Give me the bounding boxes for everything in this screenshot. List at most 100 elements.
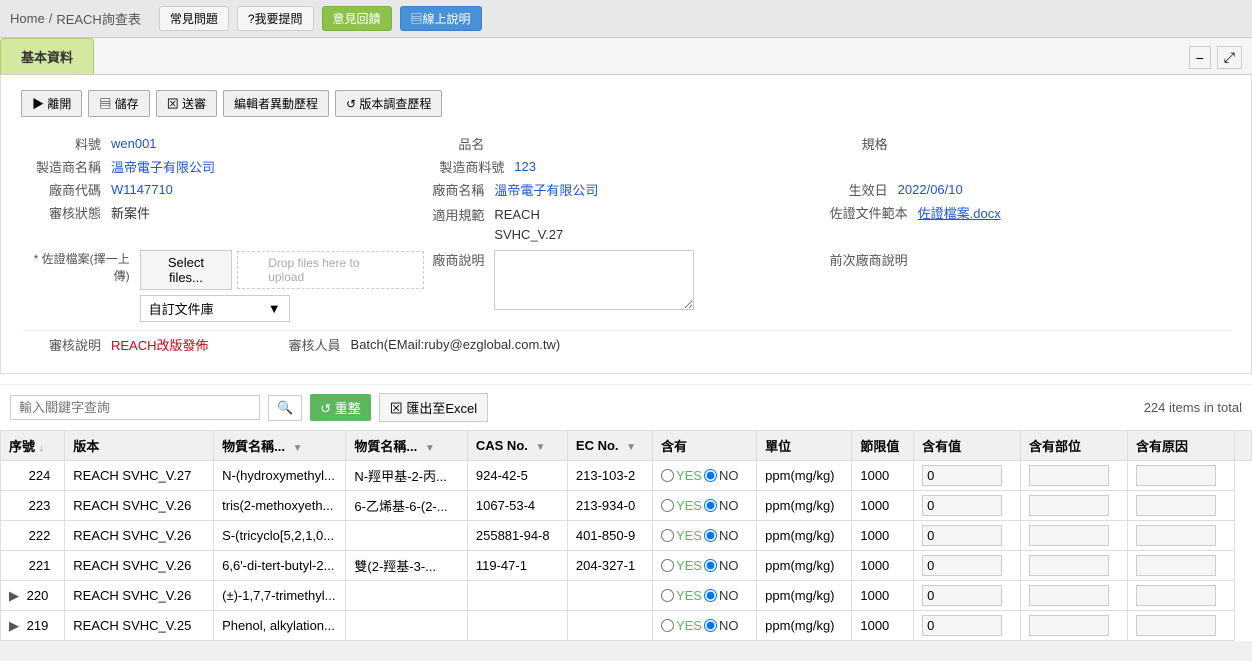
seq-sort-icon[interactable]: ↓ (39, 443, 44, 454)
custom-lib-row: 自訂文件庫 ▼ (140, 295, 425, 322)
expand-icon[interactable]: ▶ (9, 588, 19, 603)
part-input[interactable] (1029, 525, 1109, 546)
amount-input[interactable] (922, 465, 1002, 486)
no-radio[interactable] (704, 589, 717, 602)
no-radio[interactable] (704, 469, 717, 482)
substance-zh-filter-icon[interactable]: ▼ (425, 443, 435, 454)
適用規範-label: 適用規範 (424, 205, 494, 224)
substance-en-filter-icon[interactable]: ▼ (293, 443, 303, 454)
佐證文件-link[interactable]: 佐證檔案.docx (918, 203, 1001, 222)
part-input[interactable] (1029, 495, 1109, 516)
cell-version: REACH SVHC_V.26 (65, 551, 214, 581)
cell-unit: ppm(mg/kg) (757, 521, 852, 551)
part-input[interactable] (1029, 585, 1109, 606)
toolbar: ▶ 離開 ▤ 儲存 ⊠ 送審 編輯者異動歷程 ↺ 版本調查歷程 (21, 90, 1231, 117)
reason-input[interactable] (1136, 555, 1216, 576)
cell-substance-en: S-(tricyclo[5,2,1,0... (214, 521, 346, 551)
version-history-button[interactable]: ↺ 版本調查歷程 (335, 90, 442, 117)
basic-info-tab[interactable]: 基本資料 (0, 38, 94, 74)
yes-radio[interactable] (661, 499, 674, 512)
drop-zone[interactable]: Drop files here to upload (237, 251, 424, 289)
custom-library-dropdown[interactable]: 自訂文件庫 ▼ (140, 295, 290, 322)
leave-button[interactable]: ▶ 離開 (21, 90, 82, 117)
cell-ec: 213-934-0 (567, 491, 652, 521)
col-header-substance-en: 物質名稱... ▼ (214, 431, 346, 461)
table-row: 223 REACH SVHC_V.26 tris(2-methoxyeth...… (1, 491, 1252, 521)
cell-seq: 224 (1, 461, 65, 491)
廠商說明-textarea[interactable] (494, 250, 694, 310)
amount-input[interactable] (922, 525, 1002, 546)
breadcrumb: Home / REACH詢查表 (10, 9, 141, 28)
yes-radio[interactable] (661, 589, 674, 602)
cell-ec (567, 581, 652, 611)
yes-radio[interactable] (661, 469, 674, 482)
faq-button[interactable]: 常見問題 (159, 6, 229, 31)
amount-input[interactable] (922, 555, 1002, 576)
cell-version: REACH SVHC_V.25 (65, 611, 214, 641)
col-ec-label: EC No. (576, 438, 619, 453)
col-cas-label: CAS No. (476, 438, 528, 453)
submit-button[interactable]: ⊠ 送審 (156, 90, 217, 117)
cell-cas: 119-47-1 (467, 551, 567, 581)
select-files-button[interactable]: Select files... (140, 250, 233, 290)
yes-radio[interactable] (661, 529, 674, 542)
no-radio[interactable] (704, 499, 717, 512)
廠商說明-label: 廠商說明 (424, 250, 494, 269)
reset-button[interactable]: ↺ 重整 (310, 394, 371, 421)
cell-part (1021, 581, 1128, 611)
reason-input[interactable] (1136, 615, 1216, 636)
no-radio[interactable] (704, 559, 717, 572)
col-substance-zh-label: 物質名稱... (354, 439, 417, 454)
form-row-2: 製造商名稱 溫帝電子有限公司 製造商料號 123 (21, 155, 1231, 178)
edit-history-button[interactable]: 編輯者異動歷程 (223, 90, 329, 117)
feedback-button[interactable]: 意見回饋 (322, 6, 392, 31)
cell-limit: 1000 (852, 611, 914, 641)
amount-input[interactable] (922, 615, 1002, 636)
search-icon-button[interactable]: 🔍 (268, 395, 302, 421)
export-excel-button[interactable]: ⊠ 匯出至Excel (379, 393, 488, 422)
yes-label: YES (676, 618, 702, 633)
home-link[interactable]: Home (10, 11, 45, 26)
審核人員-label: 審核人員 (209, 335, 351, 354)
製造商料號-value: 123 (514, 159, 536, 174)
no-label: NO (719, 588, 739, 603)
reason-input[interactable] (1136, 465, 1216, 486)
前次廠商說明-label: 前次廠商說明 (828, 250, 918, 269)
cell-part (1021, 461, 1128, 491)
col-header-contains: 含有 (652, 431, 756, 461)
part-input[interactable] (1029, 465, 1109, 486)
expand-icon[interactable]: ▶ (9, 618, 19, 633)
question-button[interactable]: ?我要提問 (237, 6, 314, 31)
breadcrumb-separator: / (49, 11, 53, 26)
field-佐證文件: 佐證文件範本 佐證檔案.docx (828, 203, 1231, 222)
form-row-1: 料號 wen001 品名 規格 (21, 132, 1231, 155)
cell-substance-zh: 6-乙烯基-6-(2-... (346, 491, 467, 521)
no-radio[interactable] (704, 619, 717, 632)
reason-input[interactable] (1136, 585, 1216, 606)
part-input[interactable] (1029, 615, 1109, 636)
col-header-reason: 含有原因 (1127, 431, 1234, 461)
review-row: 審核說明 REACH改版發佈 審核人員 Batch(EMail:ruby@ezg… (21, 330, 1231, 358)
佐證文件-label: 佐證文件範本 (828, 203, 918, 222)
no-radio[interactable] (704, 529, 717, 542)
minimize-button[interactable]: − (1189, 46, 1211, 69)
amount-input[interactable] (922, 495, 1002, 516)
yes-radio[interactable] (661, 559, 674, 572)
cell-contains: YES NO (652, 521, 756, 551)
part-input[interactable] (1029, 555, 1109, 576)
cell-unit: ppm(mg/kg) (757, 551, 852, 581)
yes-radio[interactable] (661, 619, 674, 632)
contains-radio-group: YES NO (661, 468, 748, 483)
ec-filter-icon[interactable]: ▼ (626, 442, 636, 453)
save-button[interactable]: ▤ 儲存 (88, 90, 149, 117)
no-label: NO (719, 618, 739, 633)
field-生效日: 生效日 2022/06/10 (828, 180, 1231, 199)
amount-input[interactable] (922, 585, 1002, 606)
help-button[interactable]: ▤線上說明 (400, 6, 482, 31)
cas-filter-icon[interactable]: ▼ (536, 442, 546, 453)
search-input[interactable] (10, 395, 260, 420)
maximize-button[interactable]: ⤢ (1217, 46, 1242, 69)
reason-input[interactable] (1136, 495, 1216, 516)
field-空白 (828, 157, 1231, 176)
reason-input[interactable] (1136, 525, 1216, 546)
